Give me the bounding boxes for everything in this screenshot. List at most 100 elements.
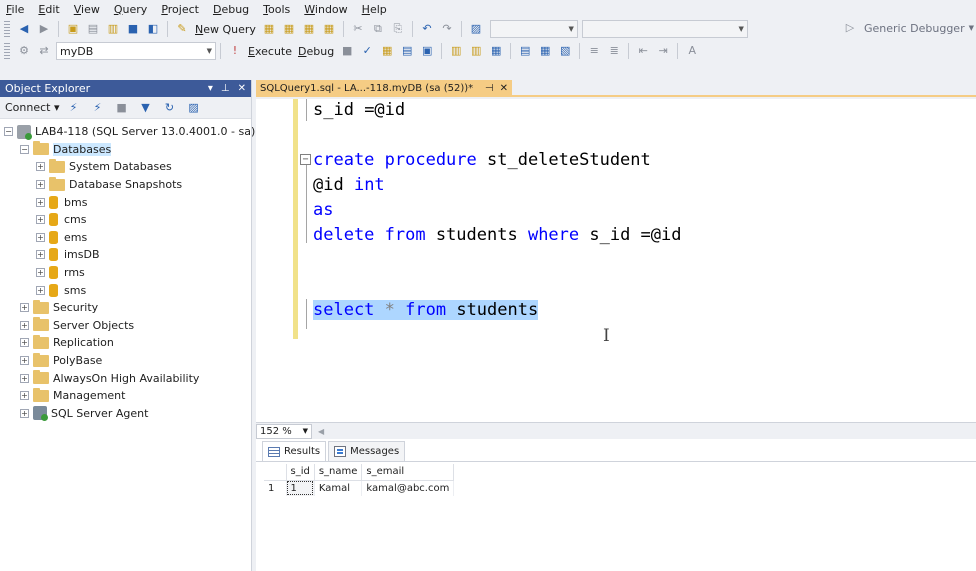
results-to-grid-icon[interactable]: ▦ xyxy=(537,43,553,59)
tree-node-database[interactable]: + bms xyxy=(0,193,251,211)
forward-icon[interactable]: ▶ xyxy=(36,21,52,37)
cut-icon[interactable]: ✂ xyxy=(350,21,366,37)
expand-icon[interactable]: + xyxy=(36,215,45,225)
find-combo[interactable]: ▼ xyxy=(581,20,748,38)
tree-node-database[interactable]: + cms xyxy=(0,211,251,229)
tree-node-databases[interactable]: − Databases xyxy=(0,141,251,159)
back-icon[interactable]: ◀ xyxy=(16,21,32,37)
activity-monitor-icon[interactable]: ▨ xyxy=(186,100,202,116)
comment-icon[interactable]: ≡ xyxy=(586,43,602,59)
disconnect-icon[interactable]: ⚡ xyxy=(90,100,106,116)
parse-icon[interactable]: ✓ xyxy=(359,43,375,59)
grid-cell[interactable]: 1 xyxy=(286,480,315,496)
tree-node-replication[interactable]: + Replication xyxy=(0,334,251,352)
uncomment-icon[interactable]: ≣ xyxy=(606,43,622,59)
tree-node-alwayson[interactable]: + AlwaysOn High Availability xyxy=(0,369,251,387)
available-databases-combo[interactable]: myDB ▼ xyxy=(56,42,216,60)
column-header[interactable]: s_email xyxy=(361,464,455,481)
expand-icon[interactable]: + xyxy=(36,285,45,295)
tree-node-system-databases[interactable]: + System Databases xyxy=(0,158,251,176)
menu-tools[interactable]: Tools xyxy=(263,3,290,16)
expand-icon[interactable]: + xyxy=(36,162,45,172)
grid-cell[interactable]: Kamal xyxy=(314,480,363,496)
open-file-icon[interactable]: ▥ xyxy=(105,21,121,37)
row-number[interactable]: 1 xyxy=(264,480,287,496)
connect-icon[interactable]: ⚙ xyxy=(16,43,32,59)
stop-icon[interactable]: ■ xyxy=(114,100,130,116)
menu-project[interactable]: Project xyxy=(161,3,199,16)
cancel-query-icon[interactable]: ■ xyxy=(339,43,355,59)
toolbar-grip[interactable] xyxy=(4,21,10,37)
connect-object-icon[interactable]: ⚡ xyxy=(66,100,82,116)
row-number-header[interactable] xyxy=(264,464,287,481)
tree-node-security[interactable]: + Security xyxy=(0,299,251,317)
tree-node-polybase[interactable]: + PolyBase xyxy=(0,352,251,370)
client-stats-icon[interactable]: ▦ xyxy=(488,43,504,59)
expand-icon[interactable]: + xyxy=(20,356,29,366)
menu-file[interactable]: File xyxy=(6,3,24,16)
analysis-query-icon[interactable]: ▦ xyxy=(281,21,297,37)
expand-icon[interactable]: + xyxy=(36,268,45,278)
menu-query[interactable]: Query xyxy=(114,3,147,16)
tree-node-database[interactable]: + ems xyxy=(0,229,251,247)
decrease-indent-icon[interactable]: ⇤ xyxy=(635,43,651,59)
menu-edit[interactable]: Edit xyxy=(38,3,59,16)
display-plan-icon[interactable]: ▦ xyxy=(379,43,395,59)
toolbar-grip[interactable] xyxy=(4,43,10,59)
close-icon[interactable]: ✕ xyxy=(238,83,246,94)
menu-window[interactable]: Window xyxy=(304,3,347,16)
scroll-left-icon[interactable]: ◀ xyxy=(318,427,324,436)
tree-node-server-objects[interactable]: + Server Objects xyxy=(0,317,251,335)
execute-button[interactable]: Execute xyxy=(248,45,292,58)
change-connection-icon[interactable]: ⇄ xyxy=(36,43,52,59)
add-item-icon[interactable]: ▤ xyxy=(85,21,101,37)
new-query-button[interactable]: New Query xyxy=(195,23,256,36)
pin-icon[interactable]: ⊣ xyxy=(485,83,494,94)
tab-results[interactable]: Results xyxy=(262,441,327,461)
increase-indent-icon[interactable]: ⇥ xyxy=(655,43,671,59)
menu-debug[interactable]: Debug xyxy=(213,3,249,16)
paste-icon[interactable]: ⎘ xyxy=(390,21,406,37)
tree-node-database[interactable]: + rms xyxy=(0,264,251,282)
copy-icon[interactable]: ⧉ xyxy=(370,21,386,37)
collapse-icon[interactable]: − xyxy=(300,154,311,165)
save-icon[interactable]: ■ xyxy=(125,21,141,37)
collapse-icon[interactable]: − xyxy=(4,127,13,137)
grid-cell[interactable]: kamal@abc.com xyxy=(361,480,455,496)
expand-icon[interactable]: + xyxy=(36,250,45,260)
expand-icon[interactable]: + xyxy=(36,180,45,190)
tree-node-database[interactable]: + imsDB xyxy=(0,246,251,264)
expand-icon[interactable]: + xyxy=(36,197,45,207)
results-to-text-icon[interactable]: ▤ xyxy=(517,43,533,59)
new-query-icon[interactable]: ✎ xyxy=(174,21,190,37)
redo-icon[interactable]: ↷ xyxy=(439,21,455,37)
expand-icon[interactable]: + xyxy=(20,338,29,348)
database-engine-query-icon[interactable]: ▦ xyxy=(261,21,277,37)
mdx-query-icon[interactable]: ▦ xyxy=(301,21,317,37)
specify-values-icon[interactable]: A xyxy=(684,43,700,59)
window-position-icon[interactable]: ▾ xyxy=(208,83,213,94)
debugger-selector[interactable]: ▷ Generic Debugger ▼ xyxy=(840,20,974,36)
query-editor[interactable]: − s_id =@id create procedure st_deleteSt… xyxy=(256,99,976,422)
zoom-combo[interactable]: 152 % ▼ xyxy=(256,423,312,439)
tree-node-database-snapshots[interactable]: + Database Snapshots xyxy=(0,176,251,194)
expand-icon[interactable]: + xyxy=(20,373,29,383)
collapse-icon[interactable]: − xyxy=(20,144,29,154)
expand-icon[interactable]: + xyxy=(20,320,29,330)
expand-icon[interactable]: + xyxy=(20,303,29,313)
undo-icon[interactable]: ↶ xyxy=(419,21,435,37)
solution-config-combo[interactable]: ▼ xyxy=(489,20,578,38)
menu-help[interactable]: Help xyxy=(362,3,387,16)
new-project-icon[interactable]: ▣ xyxy=(65,21,81,37)
include-plan-icon[interactable]: ▥ xyxy=(448,43,464,59)
tab-messages[interactable]: Messages xyxy=(328,441,406,461)
tree-node-sql-server-agent[interactable]: + SQL Server Agent xyxy=(0,405,251,423)
dmx-query-icon[interactable]: ▦ xyxy=(321,21,337,37)
refresh-icon[interactable]: ↻ xyxy=(162,100,178,116)
query-designer-icon[interactable]: ▤ xyxy=(399,43,415,59)
expand-icon[interactable]: + xyxy=(20,391,29,401)
expand-icon[interactable]: + xyxy=(20,408,29,418)
expand-icon[interactable]: + xyxy=(36,232,45,242)
live-stats-icon[interactable]: ▥ xyxy=(468,43,484,59)
tab-sqlquery1[interactable]: SQLQuery1.sql - LA...-118.myDB (sa (52))… xyxy=(256,80,512,97)
